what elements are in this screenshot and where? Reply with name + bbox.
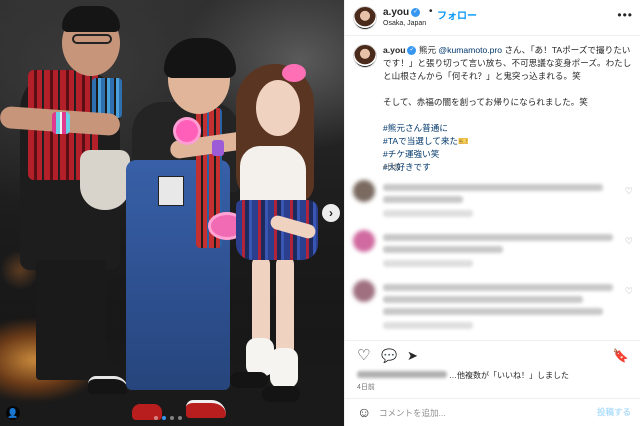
person-left-bag — [80, 150, 130, 210]
person-right-top — [240, 146, 306, 208]
post-action-bar: ♡ 💬 ➤ 🔖 — [345, 340, 640, 370]
person-right-hair-bow — [282, 64, 306, 82]
comment-icon[interactable]: 💬 — [381, 347, 397, 365]
comment-avatar[interactable] — [353, 180, 375, 202]
comment-avatar[interactable] — [353, 280, 375, 302]
carousel-dot — [154, 416, 158, 420]
comment-avatar[interactable] — [353, 230, 375, 252]
likes-text: …他複数が「いいね！」しました — [449, 371, 569, 380]
comment-text-blurred — [383, 184, 603, 191]
comment-text-blurred — [383, 296, 583, 303]
list-item: ♡ — [353, 178, 633, 222]
person-left-hair — [62, 6, 120, 32]
share-icon[interactable]: ➤ — [407, 347, 418, 365]
comment-text-blurred — [383, 308, 603, 315]
post-photo[interactable]: › 👤 — [0, 0, 344, 426]
post-comment-button[interactable]: 投稿する — [597, 406, 631, 418]
header-username[interactable]: a.you ✓ — [383, 7, 421, 18]
comment-text-blurred — [383, 234, 613, 241]
comment-list: ♡ ♡ ♡ — [345, 178, 640, 338]
hashtag[interactable]: #大好きです — [383, 161, 633, 174]
like-icon[interactable]: ♡ — [357, 347, 370, 365]
carousel-next-button[interactable]: › — [322, 204, 340, 222]
carousel-dot — [178, 416, 182, 420]
person-icon: 👤 — [7, 408, 19, 418]
more-options-icon[interactable]: ••• — [617, 8, 633, 22]
comment-text-blurred — [383, 284, 613, 291]
post-side-panel: a.you ✓ • フォロー Osaka, Japan ••• a.you ✓ 熊元… — [344, 0, 640, 426]
user-tag-button[interactable]: 👤 — [6, 406, 20, 420]
comment-meta-blurred — [383, 210, 473, 217]
person-middle-shoe — [186, 400, 226, 418]
post-timestamp: 4日前 — [357, 384, 375, 391]
separator-dot: • — [429, 6, 433, 17]
verified-icon: ✓ — [407, 46, 417, 56]
comment-text-blurred — [383, 196, 463, 203]
caption-timestamp: 4日前 — [383, 164, 401, 171]
carousel-dot — [170, 416, 174, 420]
comment-meta-blurred — [383, 260, 473, 267]
person-right-shoe — [262, 386, 300, 402]
caption-text: a.you ✓ 熊元 @kumamoto.pro さん、「あ！TAポーズで撮りたい… — [383, 44, 633, 174]
comment-composer: ☺ 投稿する — [345, 398, 640, 426]
post-header: a.you ✓ • フォロー Osaka, Japan ••• — [345, 0, 640, 36]
likes-summary[interactable]: …他複数が「いいね！」しました — [357, 370, 597, 380]
hashtag[interactable]: #熊元さん普通に — [383, 122, 633, 135]
person-left-glasses — [72, 34, 112, 44]
comment-meta-blurred — [383, 322, 473, 329]
verified-icon: ✓ — [411, 7, 421, 17]
comment-like-icon[interactable]: ♡ — [625, 236, 633, 247]
caption-line1-pre: 熊元 — [418, 45, 439, 55]
caption-username[interactable]: a.you — [383, 45, 405, 55]
hashtag[interactable]: #チケ運強い笑 — [383, 148, 633, 161]
post-caption: a.you ✓ 熊元 @kumamoto.pro さん、「あ！TAポーズで撮りたい… — [345, 36, 640, 174]
person-left-shoe — [88, 376, 128, 394]
person-middle-hair — [164, 38, 236, 78]
person-left-wristband — [52, 112, 70, 134]
carousel-indicator — [154, 416, 182, 420]
caption-avatar[interactable] — [353, 44, 377, 68]
location-link[interactable]: Osaka, Japan — [383, 20, 426, 27]
person-right-leg — [252, 256, 270, 346]
chevron-right-icon: › — [329, 206, 333, 220]
comment-input[interactable] — [379, 406, 579, 420]
ticket-emoji: 🎫 — [458, 136, 469, 146]
person-middle-patch — [158, 176, 184, 206]
caption-line2: そして、赤福の闇を創ってお帰りになられました。笑 — [383, 97, 588, 107]
person-left-legs — [36, 260, 106, 380]
comment-text-blurred — [383, 246, 503, 253]
person-middle-flower — [176, 120, 198, 142]
hashtag[interactable]: #TAで当選して来た🎫 — [383, 135, 633, 148]
avatar[interactable] — [353, 6, 377, 30]
likes-names-blurred — [357, 371, 447, 378]
person-middle-wristband — [212, 140, 224, 156]
bookmark-icon[interactable]: 🔖 — [613, 347, 629, 365]
person-right-sock — [270, 348, 298, 388]
list-item: ♡ — [353, 228, 633, 272]
follow-button[interactable]: フォロー — [437, 7, 477, 22]
person-right-face — [256, 80, 300, 136]
comment-like-icon[interactable]: ♡ — [625, 186, 633, 197]
username-text[interactable]: a.you — [383, 7, 409, 18]
caption-mention[interactable]: @kumamoto.pro — [438, 45, 502, 55]
carousel-dot — [162, 416, 166, 420]
comment-like-icon[interactable]: ♡ — [625, 286, 633, 297]
list-item: ♡ — [353, 278, 633, 338]
person-right-leg — [276, 256, 294, 356]
emoji-icon[interactable]: ☺ — [357, 404, 371, 420]
person-right-shoe — [230, 372, 268, 388]
